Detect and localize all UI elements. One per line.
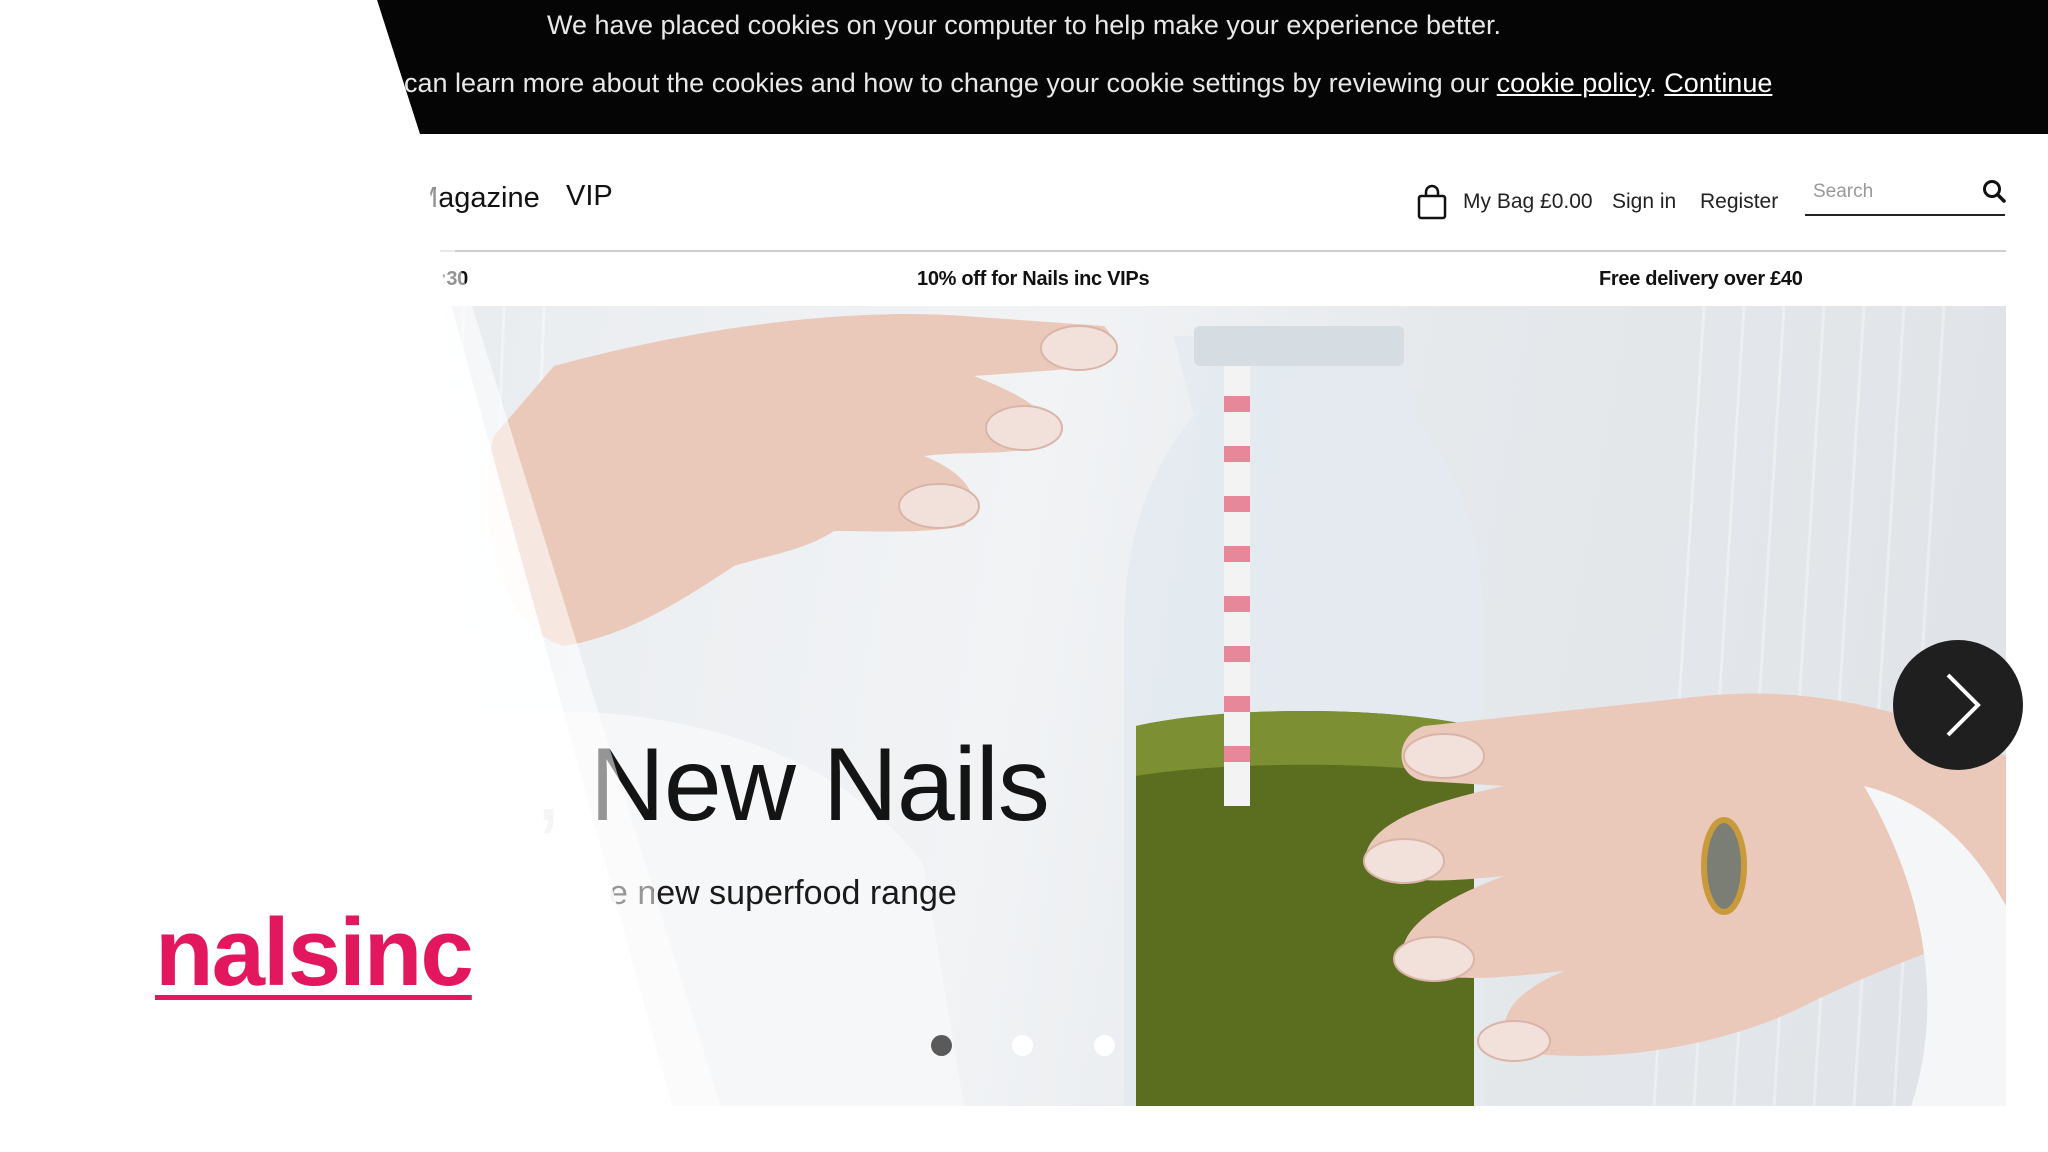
carousel-pagination (931, 1035, 1131, 1059)
cookie-message-text: can learn more about the cookies and how… (404, 68, 1490, 98)
chevron-right-icon (1946, 673, 1981, 737)
carousel-dot-3[interactable] (1094, 1035, 1115, 1056)
promo-bar: :30 10% off for Nails inc VIPs Free deli… (0, 252, 2048, 306)
site-header: Magazine VIP My Bag £0.00 Sign in Regist… (0, 134, 2048, 252)
sign-in-link[interactable]: Sign in (1612, 190, 1676, 214)
nav-item-magazine[interactable]: Magazine (414, 182, 540, 215)
promo-item-free-delivery[interactable]: Free delivery over £40 (1599, 268, 1803, 291)
bag-total-link[interactable]: My Bag £0.00 (1463, 190, 1593, 214)
register-link[interactable]: Register (1700, 190, 1778, 214)
shopping-bag-icon[interactable] (1416, 184, 1448, 220)
search-input[interactable] (1811, 180, 1975, 204)
promo-item-left: :30 (440, 268, 469, 290)
cookie-banner: We have placed cookies on your computer … (0, 0, 2048, 134)
promo-item-vip-discount[interactable]: 10% off for Nails inc VIPs (917, 268, 1150, 291)
cookie-message-line2: can learn more about the cookies and how… (404, 68, 1772, 99)
cookie-separator: . (1649, 68, 1657, 98)
brand-logo: nalsinc (155, 899, 474, 1006)
hero-carousel: , New Nails e new superfood range (404, 306, 2006, 1106)
search-icon[interactable] (1981, 178, 2007, 204)
hero-subtitle: e new superfood range (609, 874, 957, 912)
carousel-dot-2[interactable] (1012, 1035, 1033, 1056)
carousel-dot-1[interactable] (931, 1035, 952, 1056)
hero-title: , New Nails (534, 727, 1050, 843)
search-box (1805, 172, 2007, 216)
video-frame: We have placed cookies on your computer … (0, 0, 2048, 1152)
cookie-message-line1: We have placed cookies on your computer … (546, 10, 1502, 40)
carousel-next-button[interactable] (1893, 640, 2023, 770)
hero-image (404, 306, 2006, 1106)
cookie-policy-link[interactable]: cookie policy (1497, 68, 1650, 98)
nav-item-vip[interactable]: VIP (566, 180, 613, 213)
cookie-continue-link[interactable]: Continue (1664, 68, 1772, 98)
